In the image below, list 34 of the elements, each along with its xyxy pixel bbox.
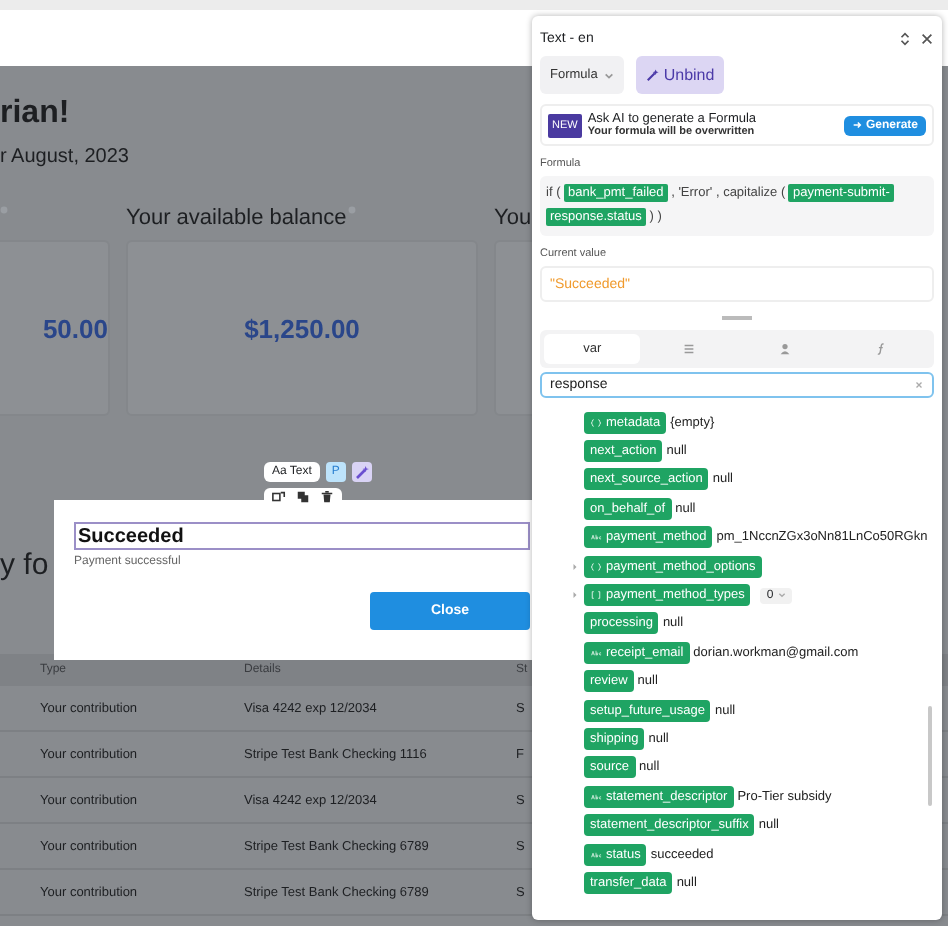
caret-icon [777, 592, 786, 599]
function-icon [874, 342, 889, 356]
close-icon[interactable] [920, 29, 934, 47]
text-type-icon [590, 647, 602, 658]
balance-amount: $1,250.00 [244, 313, 360, 343]
expand-icon[interactable] [898, 29, 912, 47]
swap-icon[interactable] [272, 490, 286, 504]
text-type-icon [590, 849, 602, 860]
caret-icon [603, 71, 614, 79]
text-type-icon [590, 532, 602, 543]
balance-label: You [494, 206, 532, 230]
copy-icon[interactable] [296, 490, 310, 504]
wand-icon [645, 68, 660, 82]
balance-label: Your available balance [126, 206, 347, 230]
balance-amount: 50.00 [42, 313, 108, 343]
brackets-icon [590, 590, 602, 601]
expand-arrow-icon[interactable] [572, 590, 578, 601]
status-field[interactable]: Succeeded [74, 522, 530, 550]
braces-icon [590, 561, 602, 572]
period-text: r August, 2023 [0, 146, 129, 172]
braces-icon [590, 417, 602, 428]
scrollbar[interactable] [928, 706, 932, 806]
unbind-button[interactable]: Unbind [635, 56, 725, 94]
expand-arrow-icon[interactable] [572, 561, 578, 572]
clear-icon[interactable] [914, 380, 924, 390]
text-type-icon [590, 791, 602, 802]
greeting-heading: rian! [0, 96, 70, 134]
section-heading: y fo [0, 548, 49, 586]
trash-icon[interactable] [320, 490, 334, 504]
list-icon [681, 342, 696, 356]
arrow-icon [851, 120, 862, 130]
wand-icon[interactable] [351, 462, 372, 482]
resize-handle[interactable] [722, 316, 752, 320]
user-icon [778, 342, 793, 356]
